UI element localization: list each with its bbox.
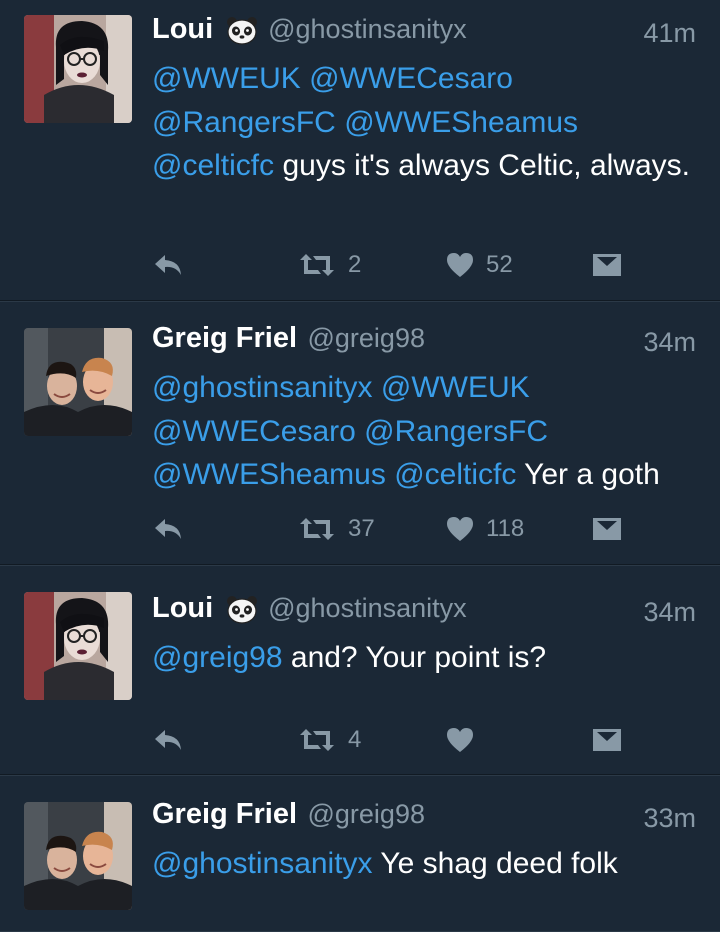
like-button[interactable] [446, 723, 474, 757]
author-handle[interactable]: @ghostinsanityx [268, 593, 467, 623]
direct-message-button[interactable] [592, 723, 622, 757]
tweet-actions: 37 118 [152, 512, 632, 546]
author-handle[interactable]: @greig98 [308, 799, 425, 829]
mention-link[interactable]: @WWEUK [381, 371, 530, 404]
timestamp[interactable]: 41m [643, 13, 696, 53]
tweet-actions: 4 [152, 723, 632, 757]
mention-link[interactable]: @ghostinsanityx [152, 371, 373, 404]
like-count: 118 [486, 515, 525, 542]
tweet-item[interactable]: Loui @ghostinsanityx 41m @WWEUK @WWECesa… [0, 0, 720, 302]
direct-message-icon [592, 727, 622, 753]
like-count: 52 [486, 251, 513, 278]
timestamp[interactable]: 34m [643, 322, 696, 362]
mention-link[interactable]: @celticfc [394, 458, 516, 491]
retweet-button[interactable]: 37 [298, 512, 375, 546]
avatar-greig[interactable] [24, 802, 132, 910]
retweet-icon [298, 516, 336, 542]
reply-button[interactable] [152, 512, 184, 546]
tweet-text: @WWEUK @WWECesaro @RangersFC @WWESheamus @… [152, 57, 690, 188]
tweet-header: Loui @ghostinsanityx 41m [152, 13, 696, 53]
direct-message-icon [592, 252, 622, 278]
reply-button[interactable] [152, 723, 184, 757]
tweet-text-plain: and? Your point is? [282, 641, 547, 674]
reply-icon [152, 726, 184, 754]
mention-link[interactable]: @ghostinsanityx [152, 847, 373, 880]
avatar-loui[interactable] [24, 592, 132, 700]
avatar-greig[interactable] [24, 328, 132, 436]
reply-button[interactable] [152, 248, 184, 282]
avatar-loui[interactable] [24, 15, 132, 123]
mention-link[interactable]: @WWESheamus [344, 106, 578, 139]
timestamp[interactable]: 33m [643, 798, 696, 838]
retweet-count: 2 [348, 251, 362, 278]
tweet-header: Greig Friel @greig98 34m [152, 322, 696, 362]
text-space [336, 106, 344, 139]
heart-icon [446, 516, 474, 542]
text-space [386, 458, 394, 491]
tweet-item[interactable]: Greig Friel @greig98 33m @ghostinsanityx… [0, 776, 720, 932]
reply-icon [152, 515, 184, 543]
mention-link[interactable]: @RangersFC [364, 415, 548, 448]
tweet-text-plain: Ye shag deed folk [372, 847, 618, 880]
text-space [356, 415, 364, 448]
mention-link[interactable]: @celticfc [152, 149, 274, 182]
mention-link[interactable]: @WWEUK [152, 62, 301, 95]
heart-icon [446, 727, 474, 753]
timestamp[interactable]: 34m [643, 592, 696, 632]
retweet-count: 37 [348, 515, 375, 542]
retweet-icon [298, 252, 336, 278]
mention-link[interactable]: @WWESheamus [152, 458, 386, 491]
heart-icon [446, 252, 474, 278]
mention-link[interactable]: @WWECesaro [309, 62, 513, 95]
like-button[interactable]: 52 [446, 248, 513, 282]
mention-link[interactable]: @RangersFC [152, 106, 336, 139]
direct-message-button[interactable] [592, 512, 622, 546]
author-handle[interactable]: @greig98 [308, 323, 425, 353]
author-name[interactable]: Loui [152, 592, 213, 624]
tweet-text: @greig98 and? Your point is? [152, 636, 690, 680]
panda-face-icon [226, 594, 258, 624]
retweet-button[interactable]: 4 [298, 723, 361, 757]
retweet-icon [298, 727, 336, 753]
author-name[interactable]: Loui [152, 13, 213, 45]
tweet-header: Greig Friel @greig98 33m [152, 798, 696, 838]
tweet-text-plain: guys it's always Celtic, always. [274, 149, 690, 182]
tweet-text: @ghostinsanityx Ye shag deed folk [152, 842, 690, 886]
like-button[interactable]: 118 [446, 512, 524, 546]
tweet-item[interactable]: Loui @ghostinsanityx 34m @greig98 and? Y… [0, 566, 720, 776]
tweet-header: Loui @ghostinsanityx 34m [152, 592, 696, 632]
text-space [373, 371, 381, 404]
tweet-text-plain: Yer a goth [516, 458, 660, 491]
tweet-text: @ghostinsanityx @WWEUK @WWECesaro @Ranger… [152, 366, 690, 497]
mention-link[interactable]: @WWECesaro [152, 415, 356, 448]
author-name[interactable]: Greig Friel [152, 322, 297, 354]
mention-link[interactable]: @greig98 [152, 641, 283, 674]
tweet-actions: 2 52 [152, 248, 632, 282]
author-handle[interactable]: @ghostinsanityx [268, 14, 467, 44]
author-name[interactable]: Greig Friel [152, 798, 297, 830]
retweet-count: 4 [348, 726, 362, 753]
text-space [301, 62, 309, 95]
retweet-button[interactable]: 2 [298, 248, 361, 282]
direct-message-icon [592, 516, 622, 542]
panda-face-icon [226, 15, 258, 45]
direct-message-button[interactable] [592, 248, 622, 282]
tweet-item[interactable]: Greig Friel @greig98 34m @ghostinsanityx… [0, 302, 720, 566]
reply-icon [152, 251, 184, 279]
